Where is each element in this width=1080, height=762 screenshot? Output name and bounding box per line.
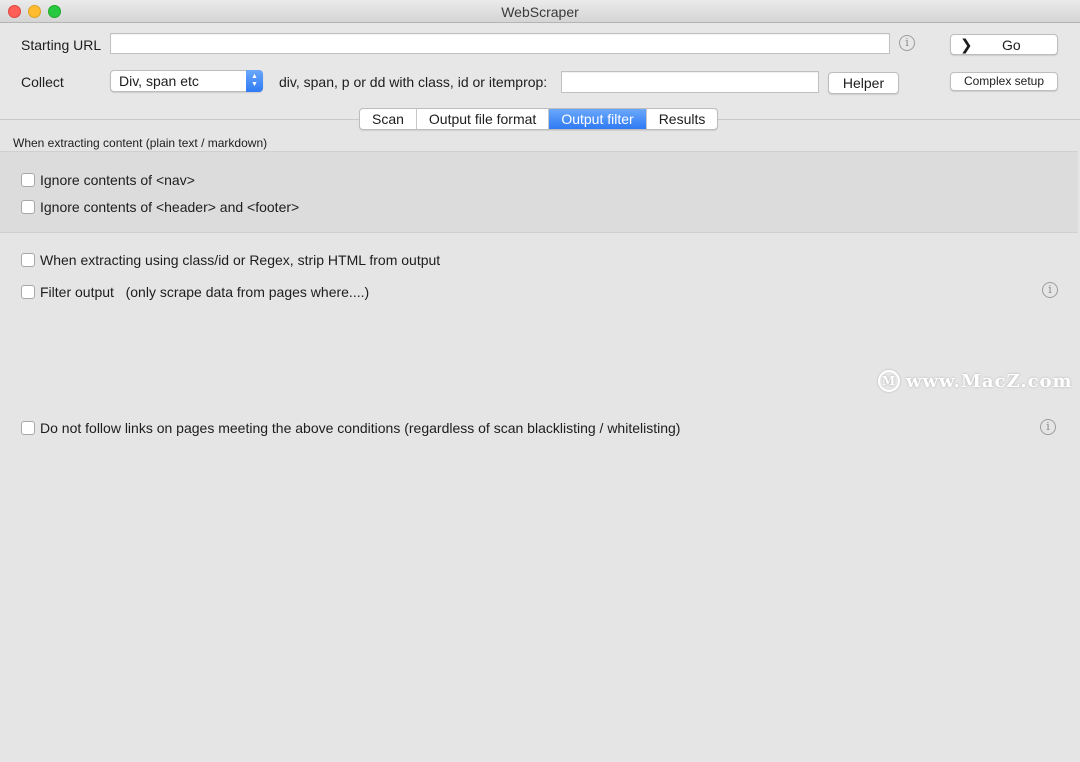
ignore-nav-checkbox-row[interactable]: Ignore contents of <nav> — [21, 171, 195, 189]
do-not-follow-links-checkbox-row[interactable]: Do not follow links on pages meeting the… — [21, 419, 680, 437]
filter-output-checkbox[interactable] — [21, 285, 35, 299]
ignore-header-footer-label: Ignore contents of <header> and <footer> — [40, 199, 300, 215]
ignore-header-footer-checkbox[interactable] — [21, 200, 35, 214]
tab-scan[interactable]: Scan — [360, 109, 417, 129]
ignore-header-footer-checkbox-row[interactable]: Ignore contents of <header> and <footer> — [21, 198, 299, 216]
collect-type-select[interactable]: Div, span etc ▲ ▼ — [110, 70, 263, 92]
tab-output-file-format[interactable]: Output file format — [417, 109, 550, 129]
collect-hint-label: div, span, p or dd with class, id or ite… — [279, 74, 548, 90]
collect-type-value: Div, span etc — [119, 73, 199, 89]
helper-button[interactable]: Helper — [828, 72, 899, 94]
filter-output-label: Filter output (only scrape data from pag… — [40, 284, 370, 300]
info-icon[interactable]: i — [1040, 419, 1056, 435]
ignore-nav-label: Ignore contents of <nav> — [40, 172, 195, 188]
do-not-follow-links-label: Do not follow links on pages meeting the… — [40, 420, 681, 436]
chevron-right-icon: ❯ — [960, 37, 973, 54]
strip-html-checkbox-row[interactable]: When extracting using class/id or Regex,… — [21, 251, 440, 269]
go-button[interactable]: ❯ Go — [950, 34, 1058, 55]
section-label: When extracting content (plain text / ma… — [13, 136, 268, 150]
strip-html-label: When extracting using class/id or Regex,… — [40, 252, 441, 268]
watermark-text: www.MacZ.com — [906, 370, 1073, 392]
do-not-follow-links-checkbox[interactable] — [21, 421, 35, 435]
starting-url-input[interactable] — [110, 33, 890, 54]
ignore-nav-checkbox[interactable] — [21, 173, 35, 187]
info-icon[interactable]: i — [1042, 282, 1058, 298]
up-down-chevron-icon: ▲ ▼ — [246, 70, 263, 92]
go-button-label: Go — [1002, 37, 1021, 53]
tab-output-filter[interactable]: Output filter — [549, 109, 647, 129]
tab-bar: Scan Output file format Output filter Re… — [359, 108, 719, 130]
window-title: WebScraper — [501, 4, 579, 20]
info-icon[interactable]: i — [899, 35, 915, 51]
macz-logo-icon: M — [878, 370, 900, 392]
tab-results[interactable]: Results — [647, 109, 718, 129]
filter-output-checkbox-row[interactable]: Filter output (only scrape data from pag… — [21, 283, 369, 301]
collect-label: Collect — [21, 74, 64, 90]
complex-setup-button[interactable]: Complex setup — [950, 72, 1058, 91]
strip-html-checkbox[interactable] — [21, 253, 35, 267]
watermark: M www.MacZ.com — [878, 370, 1073, 392]
title-bar: WebScraper — [0, 0, 1080, 23]
starting-url-label: Starting URL — [21, 37, 102, 53]
class-id-input[interactable] — [561, 71, 819, 93]
content-options-group — [0, 151, 1078, 233]
